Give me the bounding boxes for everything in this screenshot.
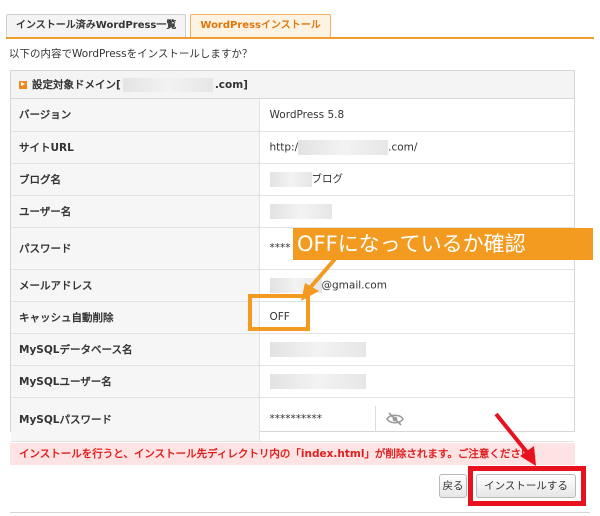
site-url-value: http:/ .com/ xyxy=(259,131,574,164)
password-label: パスワード xyxy=(11,227,260,270)
site-url-label: サイトURL xyxy=(11,131,260,164)
blurred-domain xyxy=(122,77,213,92)
blurred-db-user xyxy=(269,373,366,389)
back-button[interactable]: 戻る xyxy=(439,474,467,498)
tab-installed-list[interactable]: インストール済みWordPress一覧 xyxy=(6,14,187,38)
settings-table: バージョン WordPress 5.8 サイトURL http:/ .com/ ブ… xyxy=(11,99,574,442)
cache-label: キャッシュ自動削除 xyxy=(11,301,260,334)
table-row: バージョン WordPress 5.8 xyxy=(11,99,574,132)
domain-label-prefix: 設定対象ドメイン[ xyxy=(32,79,121,91)
db-name-label: MySQLデータベース名 xyxy=(11,333,260,366)
play-icon xyxy=(19,80,27,89)
table-row: サイトURL http:/ .com/ xyxy=(11,131,574,164)
table-row: ブログ名 ブログ xyxy=(11,163,574,196)
tab-underline xyxy=(6,37,594,39)
table-row: MySQLデータベース名 xyxy=(11,333,574,366)
cache-highlight-box xyxy=(248,294,310,331)
db-password-masked: ********** xyxy=(269,413,323,425)
version-value: WordPress 5.8 xyxy=(259,99,574,132)
blog-name-suffix: ブログ xyxy=(311,173,344,186)
confirm-question: 以下の内容でWordPressをインストールしますか？ xyxy=(9,48,253,60)
blog-name-label: ブログ名 xyxy=(11,163,260,196)
blurred-site-url xyxy=(298,139,389,155)
site-url-prefix: http:/ xyxy=(269,141,299,153)
db-password-label: MySQLパスワード xyxy=(11,397,260,442)
tab-bar: インストール済みWordPress一覧 WordPressインストール xyxy=(6,14,335,38)
blurred-user-name xyxy=(269,203,332,219)
eye-slash-icon[interactable] xyxy=(375,406,405,432)
blog-name-value: ブログ xyxy=(259,163,574,196)
email-label: メールアドレス xyxy=(11,269,260,302)
site-url-suffix: .com/ xyxy=(388,141,418,153)
user-name-label: ユーザー名 xyxy=(11,195,260,228)
bottom-divider xyxy=(10,512,590,513)
version-label: バージョン xyxy=(11,99,260,132)
install-highlight-box xyxy=(468,466,586,506)
red-arrow-icon xyxy=(494,412,536,466)
blurred-blog-name xyxy=(269,171,312,187)
db-name-value xyxy=(259,333,574,366)
user-name-value xyxy=(259,195,574,228)
table-row: ユーザー名 xyxy=(11,195,574,228)
blurred-db-name xyxy=(269,341,366,357)
panel-header: 設定対象ドメイン[ .com] xyxy=(11,71,574,99)
table-row: MySQLユーザー名 xyxy=(11,365,574,398)
db-user-value xyxy=(259,365,574,398)
tab-wordpress-install[interactable]: WordPressインストール xyxy=(190,14,331,38)
domain-label-suffix: .com] xyxy=(214,78,248,91)
db-user-label: MySQLユーザー名 xyxy=(11,365,260,398)
